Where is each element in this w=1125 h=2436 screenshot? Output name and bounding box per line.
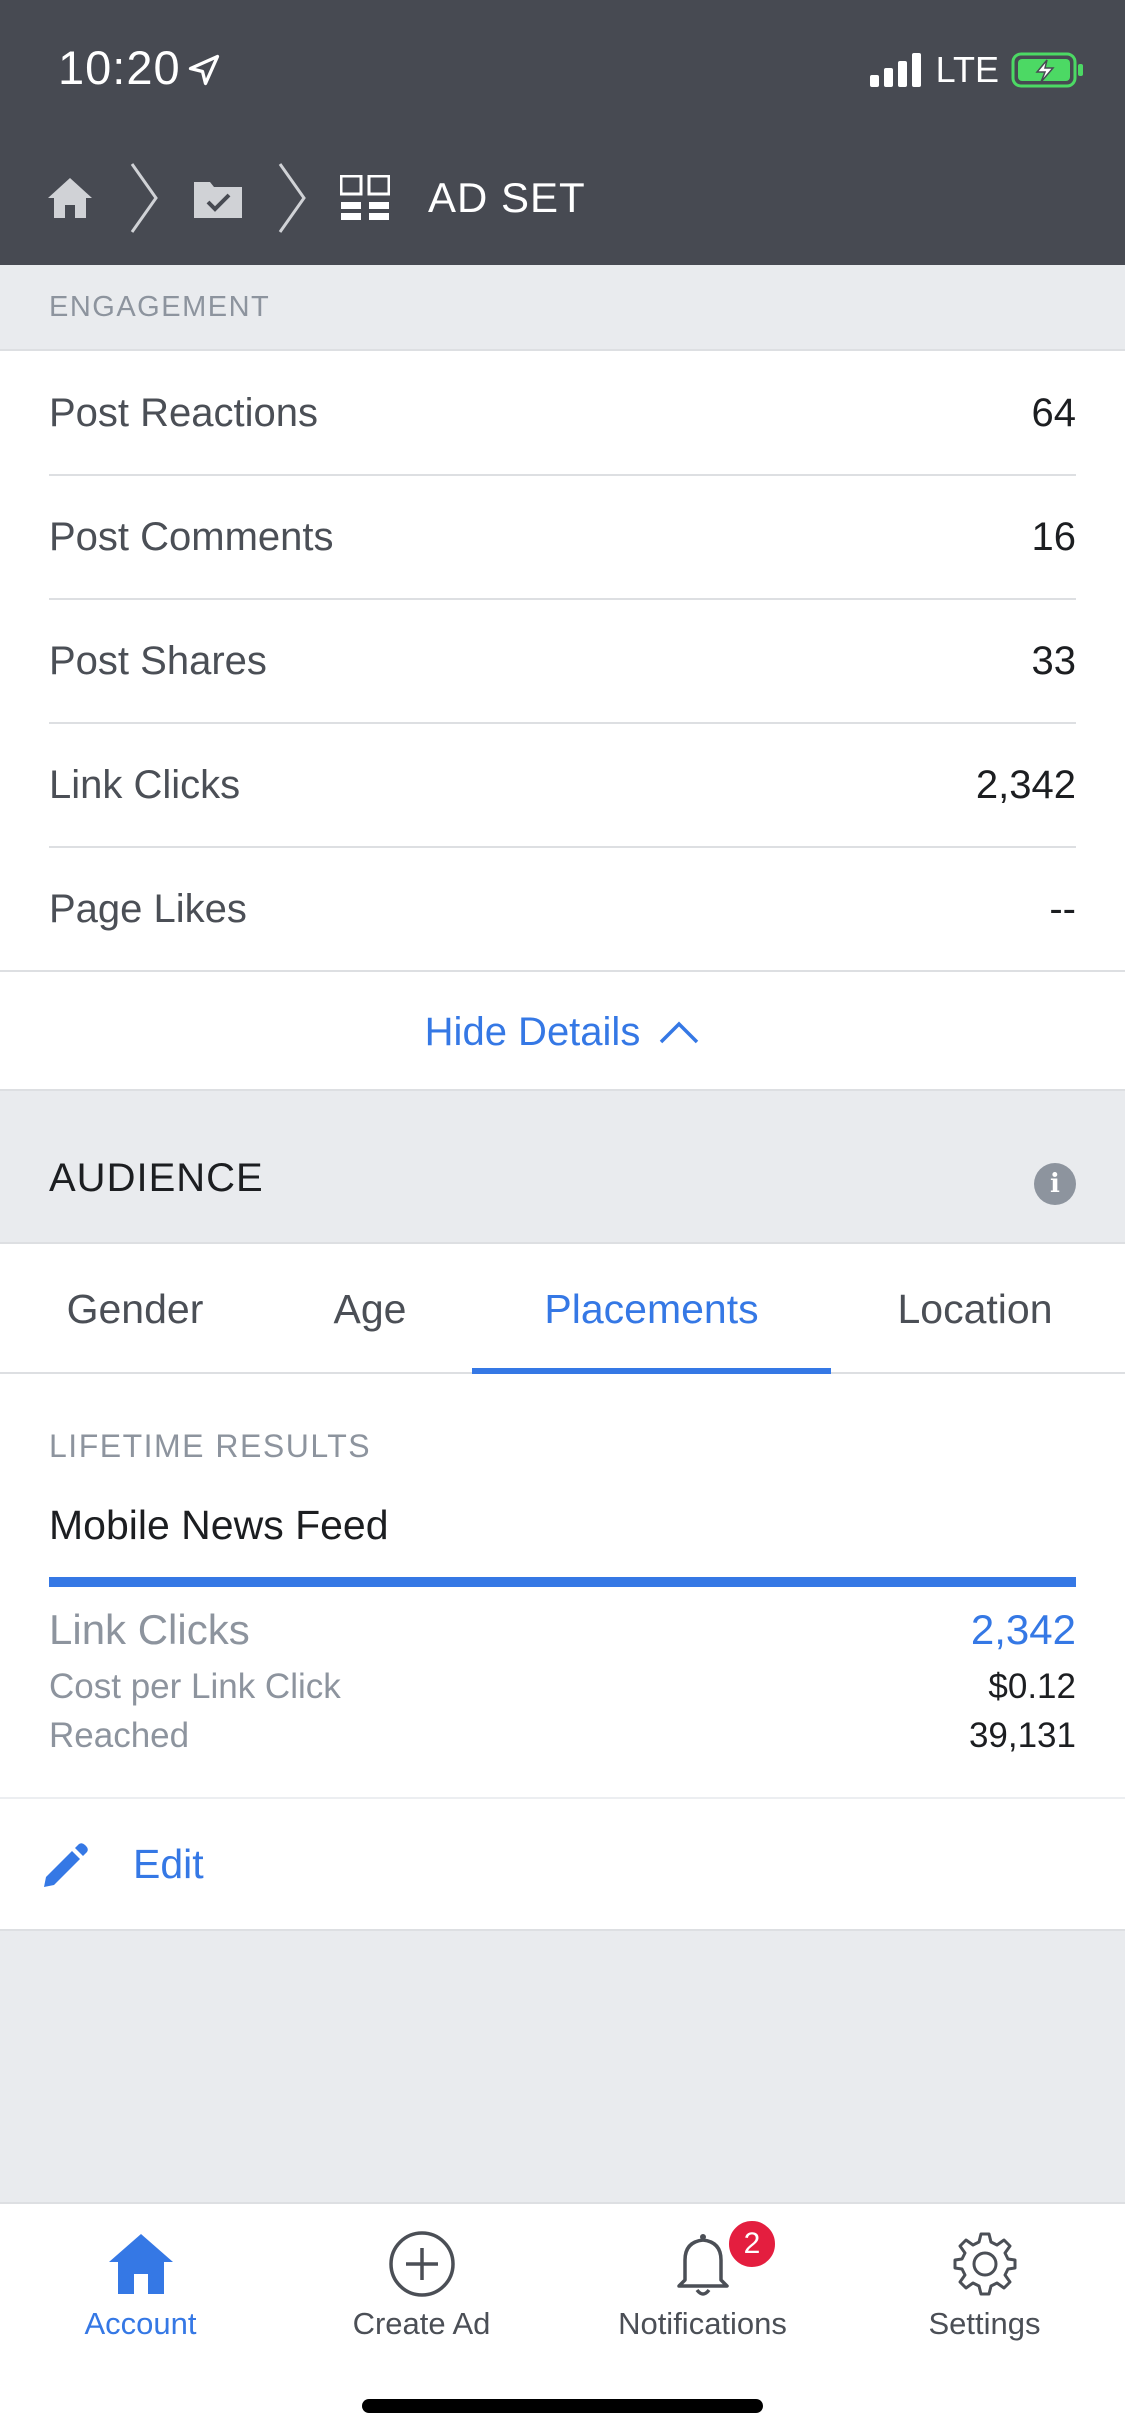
hide-details-button[interactable]: Hide Details <box>0 972 1125 1092</box>
tab-location[interactable]: Location <box>860 1244 1090 1374</box>
metric-link-clicks: Link Clicks 2,342 <box>49 1600 1076 1660</box>
bottom-tab-bar: Account Create Ad 2 Notifications Settin… <box>0 2202 1125 2436</box>
row-label: Page Likes <box>49 886 247 931</box>
metric-reached: Reached 39,131 <box>49 1711 1076 1761</box>
home-indicator <box>362 2399 763 2413</box>
row-label: Post Shares <box>49 638 267 683</box>
network-label: LTE <box>935 49 999 90</box>
row-label: Post Comments <box>49 514 334 559</box>
placement-name: Mobile News Feed <box>49 1502 389 1548</box>
gear-icon <box>953 2232 1016 2296</box>
metric-value: 2,342 <box>970 1606 1076 1653</box>
tab-bar-label: Settings <box>928 2306 1041 2341</box>
breadcrumb-adset <box>340 130 390 265</box>
nav-bar: AD SET <box>0 130 1125 265</box>
tab-gender[interactable]: Gender <box>30 1244 240 1374</box>
row-label: Post Reactions <box>49 390 319 435</box>
chevron-right-icon <box>278 162 306 233</box>
metric-label: Link Clicks <box>49 1606 250 1653</box>
placement-progress-bar <box>49 1577 1076 1587</box>
audience-tabs: Gender Age Placements Location <box>0 1242 1125 1375</box>
engagement-section-label: ENGAGEMENT <box>49 291 271 323</box>
battery-icon <box>1011 52 1083 88</box>
tab-bar-label: Create Ad <box>352 2306 491 2341</box>
metric-label: Reached <box>49 1716 190 1755</box>
home-icon <box>108 2234 173 2294</box>
info-icon[interactable]: i <box>1034 1163 1076 1205</box>
page-title: AD SET <box>428 174 586 221</box>
chevron-up-icon <box>660 1021 699 1044</box>
row-value: 2,342 <box>975 762 1076 807</box>
chevron-right-icon <box>130 162 158 233</box>
plus-circle-icon <box>388 2231 455 2297</box>
home-icon <box>48 177 92 218</box>
row-value: 33 <box>1031 638 1077 683</box>
engagement-card: Post Reactions 64 Post Comments 16 Post … <box>0 349 1125 1091</box>
tab-bar-account[interactable]: Account <box>0 2204 281 2364</box>
breadcrumb-separator <box>128 130 160 265</box>
row-value: 64 <box>1031 390 1077 435</box>
breadcrumb-home[interactable] <box>46 130 94 265</box>
row-value: 16 <box>1031 514 1077 559</box>
hide-details-label: Hide Details <box>424 1009 641 1054</box>
tab-bar-settings[interactable]: Settings <box>844 2204 1125 2364</box>
signal-icon <box>869 53 921 87</box>
engagement-row-link-clicks: Link Clicks 2,342 <box>49 723 1076 847</box>
location-arrow-icon <box>188 54 220 86</box>
engagement-row-page-likes: Page Likes -- <box>49 847 1076 971</box>
status-bar: 10:20 LTE <box>0 0 1125 130</box>
engagement-row-post-comments: Post Comments 16 <box>49 475 1076 599</box>
metric-value: 39,131 <box>968 1716 1076 1755</box>
metric-cost-per-link-click: Cost per Link Click $0.12 <box>49 1662 1076 1712</box>
tab-bar-notifications[interactable]: 2 Notifications <box>562 2204 843 2364</box>
row-label: Link Clicks <box>49 762 241 807</box>
audience-title: AUDIENCE <box>49 1156 264 1200</box>
folder-check-icon <box>194 181 242 218</box>
lifetime-results-card: LIFETIME RESULTS Mobile News Feed Link C… <box>0 1374 1125 1797</box>
notification-badge: 2 <box>726 2218 778 2270</box>
engagement-row-post-shares: Post Shares 33 <box>49 599 1076 723</box>
tab-age[interactable]: Age <box>270 1244 470 1374</box>
row-value: -- <box>1049 886 1076 931</box>
ad-set-grid-icon <box>340 174 390 220</box>
pencil-icon <box>44 1843 88 1887</box>
engagement-row-post-reactions: Post Reactions 64 <box>49 351 1076 475</box>
metric-label: Cost per Link Click <box>49 1667 341 1706</box>
breadcrumb-separator <box>276 130 308 265</box>
edit-button[interactable]: Edit <box>0 1797 1125 1931</box>
tab-placements[interactable]: Placements <box>472 1244 831 1374</box>
edit-label: Edit <box>133 1841 204 1887</box>
status-right: LTE <box>869 48 1085 92</box>
status-time: 10:20 <box>58 41 181 94</box>
tab-bar-label: Account <box>84 2306 197 2341</box>
metric-value: $0.12 <box>988 1667 1076 1706</box>
breadcrumb-campaign[interactable] <box>192 130 244 265</box>
lifetime-results-label: LIFETIME RESULTS <box>49 1428 372 1464</box>
tab-bar-label: Notifications <box>618 2306 787 2341</box>
tab-bar-create-ad[interactable]: Create Ad <box>281 2204 562 2364</box>
